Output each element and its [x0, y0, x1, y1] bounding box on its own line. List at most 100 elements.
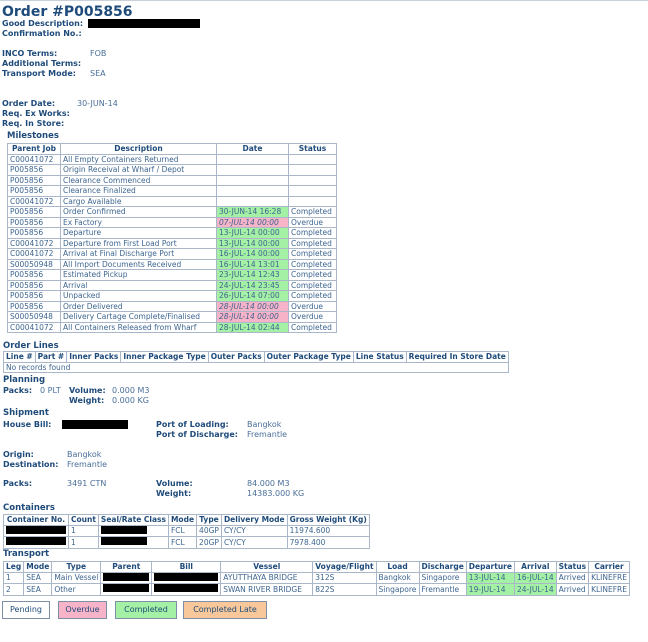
- origin-label: Origin:: [3, 450, 34, 459]
- milestones-header-row: Parent Job Description Date Status: [7, 143, 337, 155]
- col-load: Load: [375, 561, 420, 573]
- container-no-cell: [3, 536, 69, 549]
- redacted-seal: [100, 525, 147, 534]
- mode-cell: SEA: [23, 571, 53, 584]
- status-cell: Completed: [288, 258, 337, 270]
- origin-value: Bangkok: [67, 450, 102, 459]
- milestone-row: C00041072 All Containers Released from Wh…: [7, 321, 337, 333]
- description-cell: Arrival at Final Discharge Port: [60, 248, 217, 260]
- col-vessel: Vessel: [220, 561, 314, 573]
- milestone-row: P005856 Departure 13-JUL-14 00:00 Completed: [7, 227, 337, 239]
- date-cell: 13-JUL-14 00:00: [216, 227, 289, 239]
- status-cell: Arrived: [555, 571, 590, 584]
- type-cell: 20GP: [196, 536, 222, 549]
- status-cell: Completed: [288, 206, 337, 218]
- planning-heading: Planning: [3, 375, 46, 385]
- inco-terms-value: FOB: [90, 49, 107, 58]
- date-cell: [216, 164, 289, 176]
- parent-job-cell: C00041072: [7, 321, 61, 333]
- description-cell: Origin Receival at Wharf / Depot: [60, 164, 217, 176]
- delivery-mode-cell: CY/CY: [220, 524, 288, 537]
- destination-value: Fremantle: [67, 460, 108, 469]
- status-cell: [288, 164, 337, 176]
- parent-job-cell: P005856: [7, 164, 61, 176]
- transport-row: 2 SEA Other SWAN RIVER BRIDGE 822S Singa…: [2, 583, 630, 596]
- redacted-container-no: [6, 537, 66, 545]
- transport-mode-label: Transport Mode:: [2, 69, 76, 78]
- col-type: Type: [196, 514, 222, 526]
- req-in-store-label: Req. In Store:: [2, 119, 65, 128]
- col-count: Count: [68, 514, 99, 526]
- description-cell: Order Confirmed: [60, 206, 217, 218]
- col-parent-job: Parent Job: [7, 143, 61, 155]
- milestone-row: S00050948 All Import Documents Received 16…: [7, 258, 337, 270]
- discharge-cell: Singapore: [418, 571, 467, 584]
- count-cell: 1: [68, 536, 99, 549]
- status-cell: Completed: [288, 237, 337, 249]
- load-cell: Bangkok: [375, 571, 420, 584]
- empty-row: No records found: [3, 361, 509, 373]
- description-cell: Clearance Finalized: [60, 185, 217, 197]
- date-cell: 24-JUL-14 23:45: [216, 279, 289, 291]
- col-container-no: Container No.: [3, 514, 69, 526]
- carrier-cell: KLINEFRE: [588, 583, 630, 596]
- date-cell: 16-JUL-14 00:00: [216, 248, 289, 260]
- redacted-parent: [103, 572, 150, 581]
- date-cell: 13-JUL-14 00:00: [216, 237, 289, 249]
- col-bill: Bill: [151, 561, 222, 573]
- order-date-value: 30-JUN-14: [77, 99, 118, 108]
- description-cell: Order Delivered: [60, 300, 217, 312]
- count-cell: 1: [68, 524, 99, 537]
- col-seal-rate-class: Seal/Rate Class: [97, 514, 169, 526]
- redacted-bill: [154, 584, 219, 592]
- shipment-heading: Shipment: [3, 408, 49, 418]
- gross-weight-cell: 11974.600: [286, 524, 370, 537]
- req-ex-works-label: Req. Ex Works:: [2, 109, 70, 118]
- parent-cell: [100, 583, 153, 596]
- redacted-bill: [154, 572, 219, 581]
- col-status: Status: [555, 561, 590, 573]
- bill-cell: [151, 583, 222, 596]
- confirmation-label: Confirmation No.:: [2, 29, 82, 38]
- departure-cell: 13-JUL-14: [465, 571, 515, 584]
- mode-cell: SEA: [23, 583, 53, 596]
- planning-weight-label: Weight:: [69, 396, 105, 405]
- milestones-heading: Milestones: [7, 131, 59, 141]
- date-cell: 07-JUL-14 00:00: [216, 216, 289, 228]
- parent-job-cell: P005856: [7, 206, 61, 218]
- description-cell: Clearance Commenced: [60, 174, 217, 186]
- status-cell: Overdue: [288, 311, 337, 323]
- parent-job-cell: C00041072: [7, 237, 61, 249]
- shipment-packs-value: 3491 CTN: [67, 479, 107, 488]
- legend-pending: Pending: [2, 601, 50, 619]
- parent-job-cell: C00041072: [7, 248, 61, 260]
- milestones-table: Parent Job Description Date Status C0004…: [7, 143, 337, 333]
- parent-job-cell: S00050948: [7, 258, 61, 270]
- legend-completed: Completed: [115, 601, 177, 619]
- col-line-no: Line #: [3, 351, 36, 363]
- status-cell: [288, 195, 337, 207]
- date-cell: [216, 174, 289, 186]
- type-cell: Other: [51, 583, 102, 596]
- status-cell: Completed: [288, 227, 337, 239]
- date-cell: 26-JUL-14 07:00: [216, 290, 289, 302]
- planning-packs-label: Packs:: [3, 386, 33, 395]
- description-cell: Unpacked: [60, 290, 217, 302]
- parent-job-cell: P005856: [7, 174, 61, 186]
- legend-overdue: Overdue: [58, 601, 107, 619]
- redacted-house-bill: [62, 420, 128, 429]
- date-cell: 28-JUL-14 02:44: [216, 321, 289, 333]
- status-cell: Completed: [288, 279, 337, 291]
- delivery-mode-cell: CY/CY: [220, 536, 288, 549]
- col-voyage-flight: Voyage/Flight: [312, 561, 377, 573]
- status-cell: [288, 185, 337, 197]
- status-cell: [288, 153, 337, 165]
- seal-cell: [97, 524, 169, 537]
- milestone-row: P005856 Origin Receival at Wharf / Depot: [7, 164, 337, 176]
- parent-job-cell: C00041072: [7, 153, 61, 165]
- milestone-row: P005856 Estimated Pickup 23-JUL-14 12:43 Co…: [7, 269, 337, 281]
- col-discharge: Discharge: [418, 561, 467, 573]
- description-cell: All Import Documents Received: [60, 258, 217, 270]
- milestone-row: C00041072 All Empty Containers Returned: [7, 153, 337, 165]
- port-discharge-label: Port of Discharge:: [156, 430, 238, 439]
